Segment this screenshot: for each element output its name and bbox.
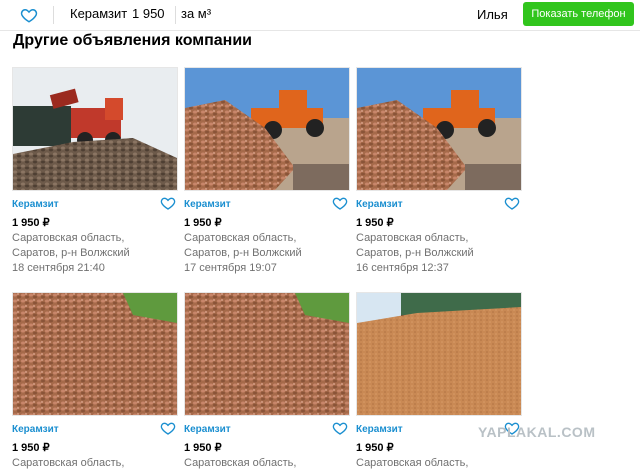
listing-address: Саратов, р-н Волжский (356, 247, 474, 259)
listing-price: 1 950 ₽ (356, 217, 394, 229)
listing-price: 1 950 ₽ (184, 217, 222, 229)
heart-icon[interactable] (20, 6, 38, 24)
listing-price: 1 950 ₽ (356, 442, 394, 454)
listing-photo[interactable] (184, 67, 350, 191)
divider (53, 6, 54, 24)
price-unit: за м³ (181, 6, 212, 21)
show-phone-button[interactable]: Показать телефон (523, 2, 634, 26)
listing-address: Саратовская область, (356, 232, 469, 244)
section-title: Другие объявления компании (13, 32, 252, 49)
heart-icon[interactable] (160, 420, 176, 436)
listing-title-link[interactable]: Керамзит (184, 424, 231, 435)
listing-date: 17 сентября 19:07 (184, 262, 277, 274)
listing-address: Саратовская область, (184, 232, 297, 244)
listing-date: 16 сентября 12:37 (356, 262, 449, 274)
heart-icon[interactable] (160, 195, 176, 211)
listing-address: Саратовская область, (12, 457, 125, 469)
listing-title-link[interactable]: Керамзит (356, 424, 403, 435)
listing-price: 1 950 ₽ (12, 442, 50, 454)
listing-address: Саратов, р-н Волжский (184, 247, 302, 259)
listing-photo[interactable] (12, 292, 178, 416)
listing-address: Саратовская область, (184, 457, 297, 469)
top-bar: Керамзит 1 950 за м³ Илья Показать телеф… (0, 0, 640, 31)
listing-address: Саратов, р-н Волжский (12, 247, 130, 259)
listing-date: 18 сентября 21:40 (12, 262, 105, 274)
heart-icon[interactable] (504, 195, 520, 211)
listing-address: Саратовская область, (356, 457, 469, 469)
divider (175, 6, 176, 24)
listing-photo[interactable] (356, 292, 522, 416)
listing-title-link[interactable]: Керамзит (356, 199, 403, 210)
listing-price: 1 950 ₽ (12, 217, 50, 229)
heart-icon[interactable] (332, 420, 348, 436)
listing-title-link[interactable]: Керамзит (12, 424, 59, 435)
heart-icon[interactable] (332, 195, 348, 211)
seller-name[interactable]: Илья (477, 7, 508, 22)
watermark: YAPLAKAL.COM (478, 424, 596, 440)
listing-title: Керамзит (70, 6, 128, 21)
listing-photo[interactable] (184, 292, 350, 416)
listing-photo[interactable] (12, 67, 178, 191)
listing-price: 1 950 (132, 6, 165, 21)
listing-price: 1 950 ₽ (184, 442, 222, 454)
listing-title-link[interactable]: Керамзит (12, 199, 59, 210)
listing-title-link[interactable]: Керамзит (184, 199, 231, 210)
listing-address: Саратовская область, (12, 232, 125, 244)
listing-photo[interactable] (356, 67, 522, 191)
